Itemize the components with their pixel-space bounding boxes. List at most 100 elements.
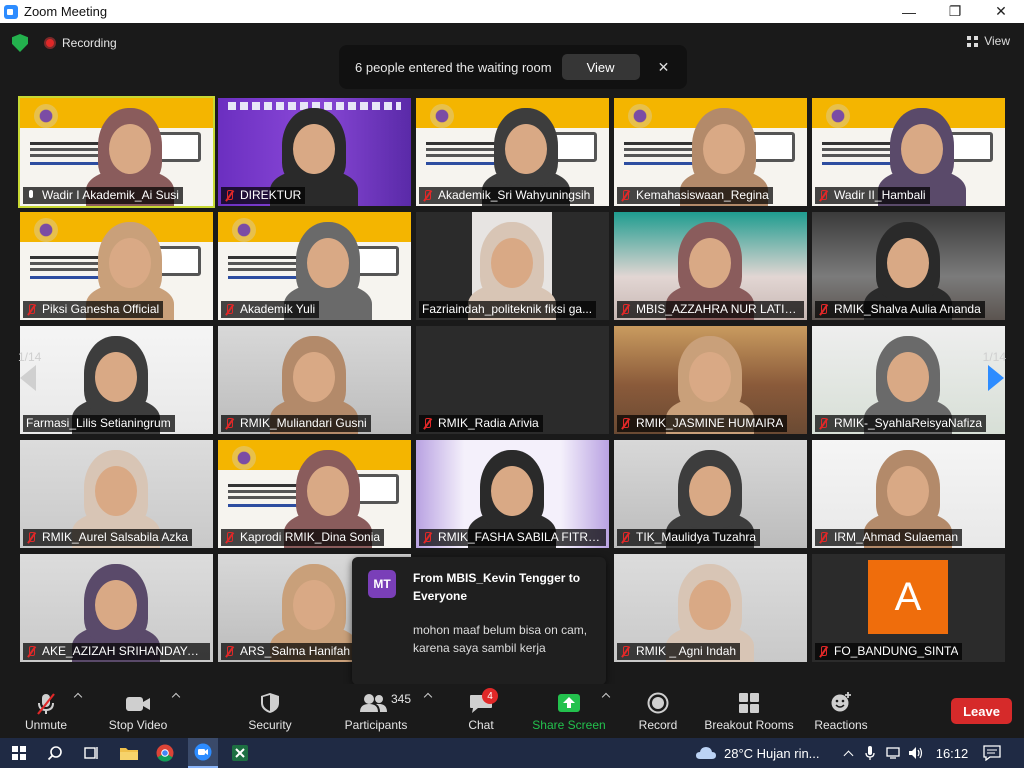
muted-microphone-icon xyxy=(818,531,828,544)
minimize-button[interactable]: — xyxy=(886,0,932,23)
participant-tile[interactable]: RMIK_JASMINE HUMAIRA xyxy=(614,326,807,434)
chat-sender: From MBIS_Kevin Tengger to Everyone xyxy=(413,571,581,603)
chat-notification-popup[interactable]: MT From MBIS_Kevin Tengger to Everyone m… xyxy=(352,557,606,693)
laptop-icon xyxy=(355,474,399,504)
participant-tile[interactable]: Wadir II_Hambali xyxy=(812,98,1005,206)
video-options-caret-icon[interactable] xyxy=(171,692,181,702)
muted-microphone-icon xyxy=(818,417,828,430)
breakout-rooms-label: Breakout Rooms xyxy=(704,718,794,732)
record-label: Record xyxy=(638,718,678,732)
muted-microphone-icon xyxy=(620,303,630,316)
network-icon[interactable] xyxy=(884,738,904,768)
start-button[interactable] xyxy=(6,738,32,768)
participant-tile[interactable]: RMIK-_SyahlaReisyaNafiza xyxy=(812,326,1005,434)
chrome-taskbar-button[interactable] xyxy=(152,738,178,768)
view-button[interactable]: View xyxy=(967,34,1010,48)
reactions-smiley-icon xyxy=(831,692,851,712)
file-explorer-taskbar-button[interactable] xyxy=(116,738,142,768)
participant-name: Akademik_Sri Wahyuningsih xyxy=(419,187,595,204)
security-button[interactable]: Security xyxy=(242,684,298,738)
leave-button[interactable]: Leave xyxy=(951,698,1012,724)
logo-badge-icon xyxy=(232,218,256,242)
recording-label[interactable]: Recording xyxy=(62,36,117,50)
volume-icon[interactable] xyxy=(906,738,926,768)
participant-name: Wadir II_Hambali xyxy=(815,187,930,204)
reactions-button[interactable]: Reactions xyxy=(812,684,870,738)
muted-microphone-icon xyxy=(422,531,432,544)
participant-tile[interactable]: Wadir I Akademik_Ai Susi xyxy=(18,96,215,208)
muted-microphone-icon xyxy=(224,645,234,658)
participants-count: 345 xyxy=(391,692,412,706)
participant-tile[interactable]: DIREKTUR xyxy=(218,98,411,206)
muted-microphone-icon xyxy=(26,303,36,316)
shield-icon[interactable] xyxy=(12,34,28,52)
stop-video-button[interactable]: Stop Video xyxy=(106,684,170,738)
meeting-status: Recording xyxy=(12,34,117,52)
participant-name: Piksi Ganesha Official xyxy=(23,301,164,318)
muted-microphone-icon xyxy=(422,189,432,202)
tray-microphone-icon[interactable] xyxy=(862,738,878,768)
audio-options-caret-icon[interactable] xyxy=(73,692,83,702)
participant-name: Wadir I Akademik_Ai Susi xyxy=(23,187,183,204)
security-shield-icon xyxy=(261,693,279,713)
participant-tile[interactable]: MBIS_AZZAHRA NUR LATIF... xyxy=(614,212,807,320)
share-screen-icon xyxy=(558,694,580,712)
laptop-icon xyxy=(157,246,201,276)
participant-name: MBIS_AZZAHRA NUR LATIF... xyxy=(617,301,804,318)
windows-logo-icon xyxy=(12,746,26,760)
unmute-button[interactable]: Unmute xyxy=(20,684,72,738)
waiting-room-notice: 6 people entered the waiting room View ✕ xyxy=(339,45,687,89)
participant-tile[interactable]: Farmasi_Lilis Setianingrum xyxy=(20,326,213,434)
breakout-rooms-button[interactable]: Breakout Rooms xyxy=(704,684,794,738)
muted-microphone-icon xyxy=(818,189,828,202)
waiting-room-view-button[interactable]: View xyxy=(561,54,640,80)
participant-tile[interactable]: Kemahasiswaan_Regina xyxy=(614,98,807,206)
participant-avatar: A xyxy=(868,560,948,634)
next-page-arrow-icon[interactable] xyxy=(988,365,1004,391)
participants-options-caret-icon[interactable] xyxy=(423,692,433,702)
participant-tile[interactable]: Piksi Ganesha Official xyxy=(20,212,213,320)
participant-tile[interactable]: RMIK_Muliandari Gusni xyxy=(218,326,411,434)
muted-microphone-icon xyxy=(26,645,36,658)
weather-icon[interactable] xyxy=(694,738,718,768)
close-icon[interactable]: ✕ xyxy=(658,59,670,76)
participant-name: AKE_AZIZAH SRIHANDAYANI xyxy=(23,643,210,660)
task-view-button[interactable] xyxy=(78,738,104,768)
participant-tile[interactable]: RMIK_Shalva Aulia Ananda xyxy=(812,212,1005,320)
participant-tile[interactable]: RMIK_FASHA SABILA FITRIA... xyxy=(416,440,609,548)
laptop-icon xyxy=(949,132,993,162)
laptop-icon xyxy=(355,246,399,276)
participant-tile[interactable]: RMIK _ Agni Indah xyxy=(614,554,807,662)
logo-badge-icon xyxy=(232,446,256,470)
muted-microphone-icon xyxy=(224,303,234,316)
participant-tile[interactable]: A FO_BANDUNG_SINTA xyxy=(812,554,1005,662)
zoom-taskbar-button[interactable] xyxy=(188,738,218,768)
logo-badge-icon xyxy=(430,104,454,128)
participant-name: Kemahasiswaan_Regina xyxy=(617,187,773,204)
participant-tile[interactable]: TIK_Maulidya Tuzahra xyxy=(614,440,807,548)
participant-tile[interactable]: RMIK_Aurel Salsabila Azka xyxy=(20,440,213,548)
participant-tile[interactable]: Akademik Yuli xyxy=(218,212,411,320)
excel-taskbar-button[interactable] xyxy=(226,738,254,768)
weather-widget[interactable]: 28°C Hujan rin... xyxy=(724,738,836,768)
tray-chevron-up-icon[interactable] xyxy=(840,738,856,768)
record-button[interactable]: Record xyxy=(636,684,680,738)
notification-center-icon[interactable] xyxy=(980,738,1004,768)
clock[interactable]: 16:12 xyxy=(932,738,972,768)
waiting-room-message: 6 people entered the waiting room xyxy=(355,59,552,75)
participant-tile[interactable]: Kaprodi RMIK_Dina Sonia xyxy=(218,440,411,548)
participant-tile[interactable]: RMIK_Radia Arivia xyxy=(416,326,609,434)
previous-page-arrow-icon[interactable] xyxy=(20,365,36,391)
participant-name: RMIK _ Agni Indah xyxy=(617,643,741,660)
participant-tile[interactable]: AKE_AZIZAH SRIHANDAYANI xyxy=(20,554,213,662)
participant-name: DIREKTUR xyxy=(221,187,306,204)
participant-tile[interactable]: Akademik_Sri Wahyuningsih xyxy=(416,98,609,206)
search-button[interactable] xyxy=(42,738,68,768)
chat-label: Chat xyxy=(468,718,494,732)
participant-tile[interactable]: Fazriaindah_politeknik fiksi ga... xyxy=(416,212,609,320)
participant-tile[interactable]: IRM_Ahmad Sulaeman xyxy=(812,440,1005,548)
maximize-button[interactable]: ❐ xyxy=(932,0,978,23)
share-screen-button[interactable]: Share Screen xyxy=(532,684,606,738)
meeting-area: Recording View 6 people entered the wait… xyxy=(0,23,1024,693)
close-window-button[interactable]: ✕ xyxy=(978,0,1024,23)
